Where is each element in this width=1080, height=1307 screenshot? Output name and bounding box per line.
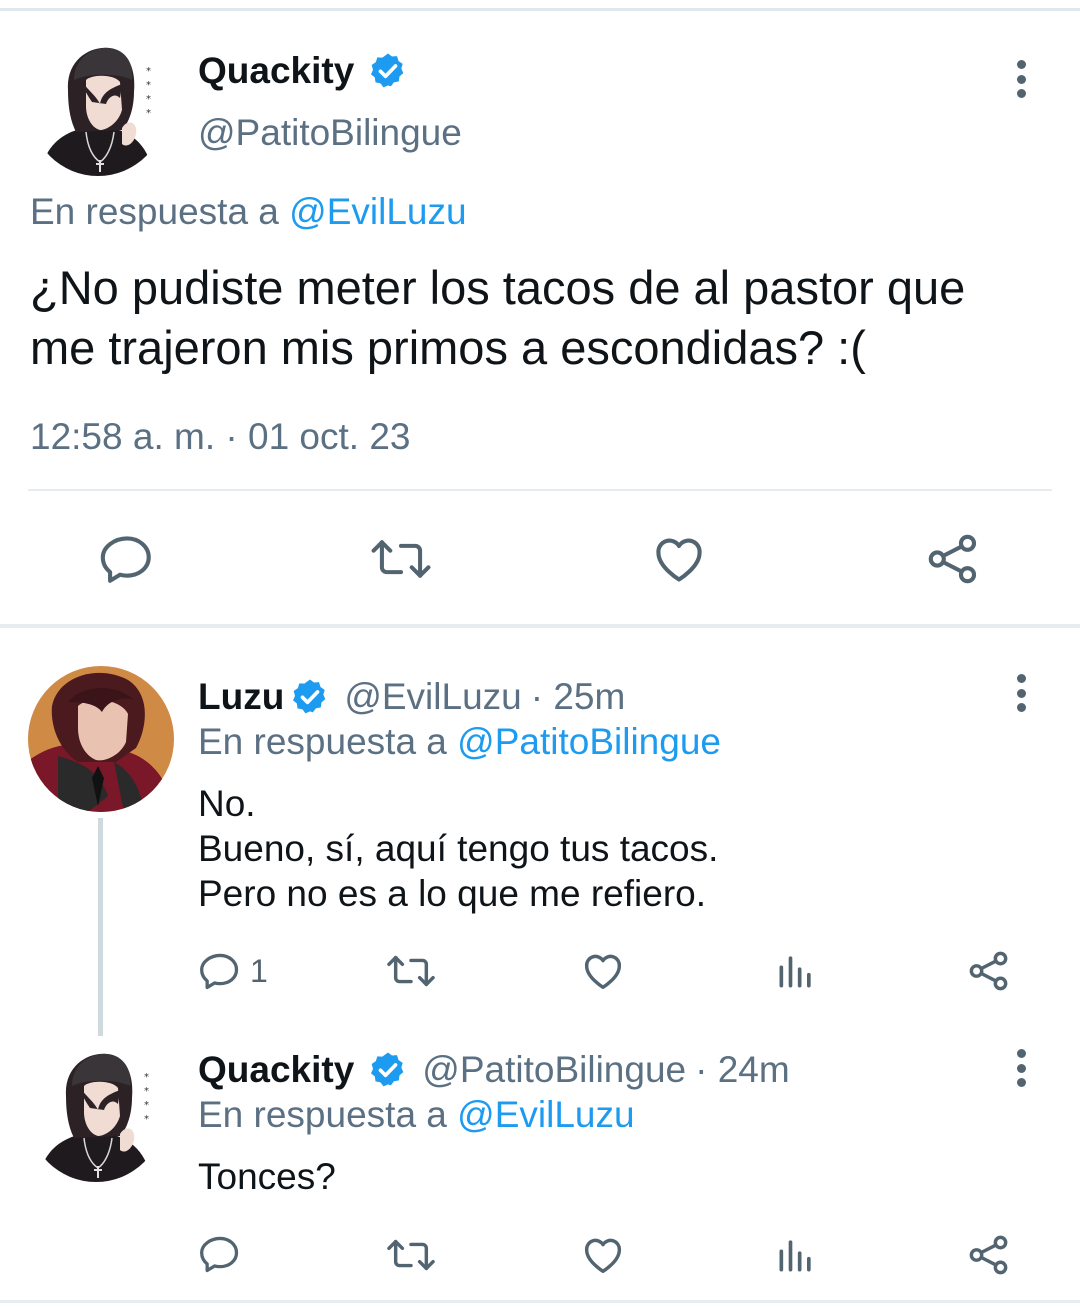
- share-icon: [928, 534, 977, 584]
- retweet-icon: [371, 540, 431, 578]
- reply-prefix: En respuesta a: [198, 1094, 447, 1135]
- tweet-text-line: me trajeron mis primos a escondidas? :(: [30, 321, 866, 374]
- reply-text: No. Bueno, sí, aquí tengo tus tacos. Per…: [198, 781, 718, 916]
- tweet-text: ¿No pudiste meter los tacos de al pastor…: [30, 258, 965, 378]
- svg-text:*: *: [144, 1086, 149, 1097]
- bar-chart-icon: [779, 1240, 811, 1272]
- top-divider: [0, 8, 1080, 11]
- retweet-button[interactable]: [370, 530, 432, 588]
- svg-text:*: *: [146, 66, 151, 77]
- svg-text:*: *: [144, 1100, 149, 1111]
- retweet-button[interactable]: [386, 1232, 436, 1278]
- retweet-button[interactable]: [386, 948, 436, 994]
- avatar-quackity[interactable]: * * * *: [30, 40, 166, 176]
- author-handle[interactable]: @PatitoBilingue: [422, 1049, 686, 1091]
- retweet-icon: [387, 955, 435, 987]
- relative-time[interactable]: · 24m: [695, 1049, 790, 1091]
- reply-prefix: En respuesta a: [198, 721, 447, 762]
- reply-bubble-icon: [200, 953, 239, 990]
- reply-text-line: Tonces?: [198, 1156, 336, 1197]
- more-options-button[interactable]: [1001, 54, 1041, 104]
- verified-badge-icon: [290, 677, 330, 717]
- main-author-row[interactable]: Quackity: [198, 48, 408, 94]
- share-button[interactable]: [924, 530, 982, 588]
- reply-text: Tonces?: [198, 1154, 336, 1199]
- like-button[interactable]: [650, 530, 708, 588]
- svg-text:*: *: [146, 108, 151, 119]
- more-options-button[interactable]: [1001, 668, 1041, 718]
- reply-text-line: No.: [198, 783, 256, 824]
- reply-bubble-icon: [100, 536, 151, 583]
- author-handle[interactable]: @PatitoBilingue: [198, 112, 462, 154]
- author-name[interactable]: Luzu: [198, 676, 284, 718]
- svg-text:*: *: [144, 1072, 149, 1083]
- share-icon: [969, 951, 1008, 991]
- analytics-button[interactable]: [774, 948, 818, 994]
- heart-icon: [656, 538, 702, 582]
- retweet-icon: [387, 1239, 435, 1271]
- section-divider: [0, 624, 1080, 628]
- reply-to-link[interactable]: @PatitoBilingue: [457, 721, 721, 762]
- more-options-button[interactable]: [1001, 1043, 1041, 1093]
- author-name[interactable]: Quackity: [198, 50, 354, 92]
- author-name[interactable]: Quackity: [198, 1049, 354, 1091]
- reply-context: En respuesta a @EvilLuzu: [30, 191, 467, 233]
- reply-button[interactable]: [98, 530, 156, 588]
- verified-badge-icon: [368, 1050, 408, 1090]
- heart-icon: [584, 1238, 622, 1274]
- heart-icon: [584, 954, 622, 990]
- svg-text:*: *: [144, 1114, 149, 1125]
- reply-button[interactable]: 1: [198, 948, 268, 994]
- reply-to-link[interactable]: @EvilLuzu: [289, 191, 466, 232]
- analytics-button[interactable]: [774, 1232, 818, 1278]
- relative-time[interactable]: · 25m: [531, 676, 626, 718]
- avatar-luzu[interactable]: [28, 666, 174, 812]
- like-button[interactable]: [580, 1232, 626, 1278]
- more-vertical-icon: [1016, 60, 1026, 69]
- reply1-header: Luzu @EvilLuzu · 25m: [198, 674, 625, 720]
- svg-text:*: *: [146, 94, 151, 105]
- reply-to-link[interactable]: @EvilLuzu: [457, 1094, 634, 1135]
- share-button[interactable]: [966, 948, 1012, 994]
- reply-prefix: En respuesta a: [30, 191, 279, 232]
- more-vertical-icon: [1016, 1049, 1026, 1058]
- thread-line: [98, 818, 103, 1036]
- reply-count: 1: [250, 952, 268, 989]
- bar-chart-icon: [779, 956, 811, 988]
- more-vertical-icon: [1016, 674, 1026, 683]
- tweet-timestamp[interactable]: 12:58 a. m. · 01 oct. 23: [30, 416, 411, 458]
- reply-context: En respuesta a @PatitoBilingue: [198, 721, 721, 763]
- reply-bubble-icon: [200, 1236, 239, 1273]
- reply-button[interactable]: [198, 1232, 242, 1276]
- tweet-text-line: ¿No pudiste meter los tacos de al pastor…: [30, 261, 966, 314]
- avatar-quackity[interactable]: * * * *: [28, 1046, 164, 1182]
- reply2-header: Quackity @PatitoBilingue · 24m: [198, 1047, 790, 1093]
- reply-context: En respuesta a @EvilLuzu: [198, 1094, 635, 1136]
- share-icon: [969, 1235, 1008, 1275]
- like-button[interactable]: [580, 948, 626, 994]
- share-button[interactable]: [966, 1232, 1012, 1278]
- reply-text-line: Bueno, sí, aquí tengo tus tacos.: [198, 828, 719, 869]
- svg-text:*: *: [146, 80, 151, 91]
- reply-text-line: Pero no es a lo que me refiero.: [198, 873, 707, 914]
- verified-badge-icon: [368, 51, 408, 91]
- divider: [28, 489, 1052, 491]
- bottom-divider: [0, 1300, 1080, 1303]
- author-handle[interactable]: @EvilLuzu: [344, 676, 521, 718]
